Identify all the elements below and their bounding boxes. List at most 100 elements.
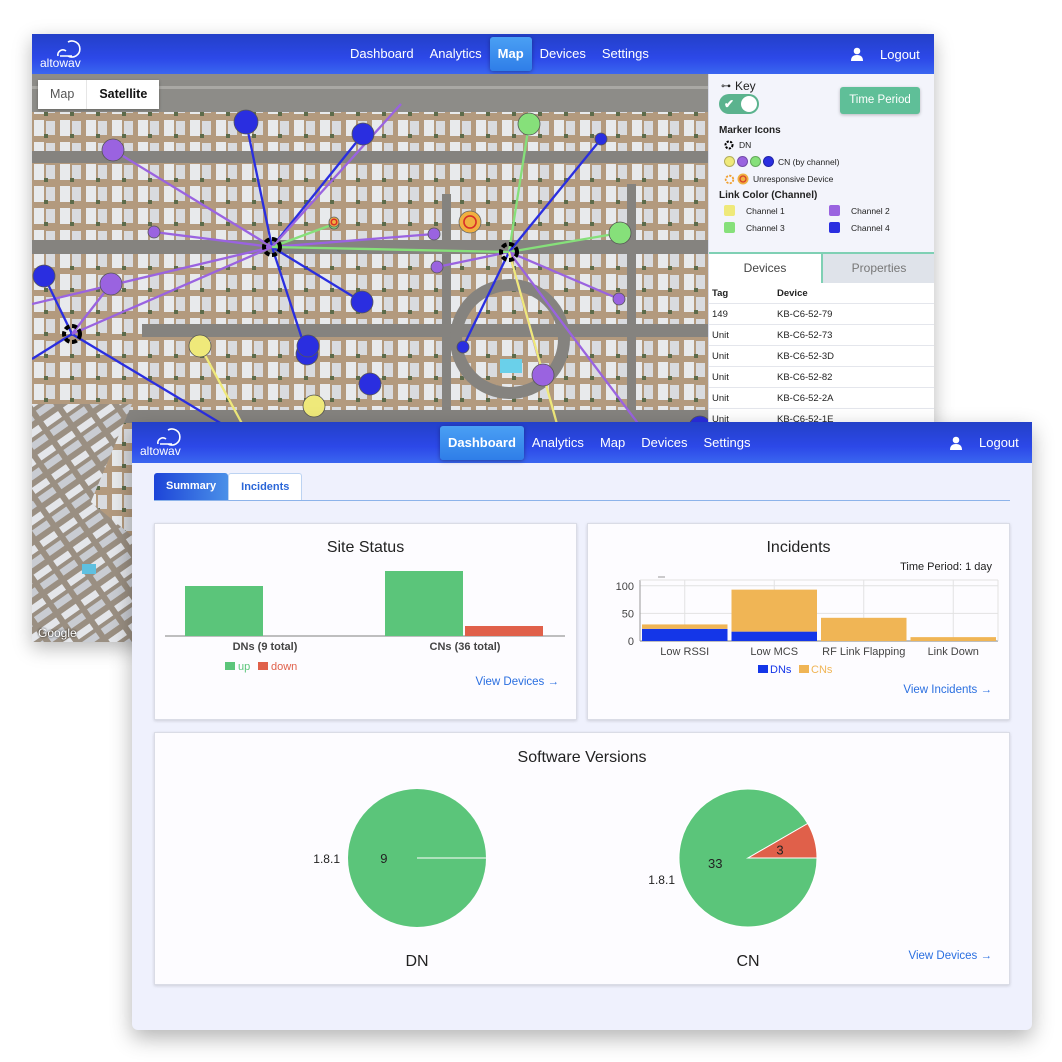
channel-3-label: Channel 3 bbox=[746, 222, 785, 233]
table-row[interactable]: Unit KB-C6-52-73 bbox=[709, 325, 934, 346]
table-row[interactable]: Unit KB-C6-52-3D bbox=[709, 346, 934, 367]
x-tick-label: CNs (36 total) bbox=[430, 641, 501, 653]
nav-map[interactable]: Map bbox=[489, 37, 532, 71]
altowav-logo[interactable]: altowav bbox=[138, 426, 194, 458]
map-navbar: altowav Dashboard Analytics Map Devices … bbox=[32, 34, 934, 74]
cell-tag: 149 bbox=[712, 308, 728, 320]
legend-channel-4: Channel 4 bbox=[829, 222, 890, 233]
cn-marker bbox=[594, 132, 608, 146]
cell-device: KB-C6-52-3D bbox=[777, 350, 835, 362]
bar-up-0 bbox=[185, 586, 263, 636]
logout-button[interactable]: Logout bbox=[949, 423, 1019, 463]
view-incidents-link[interactable]: View Incidents → bbox=[903, 684, 992, 696]
nav-devices[interactable]: Devices bbox=[532, 37, 594, 71]
logout-button[interactable]: Logout bbox=[850, 34, 920, 74]
legend-up-swatch bbox=[225, 662, 235, 670]
cn-marker bbox=[351, 122, 375, 146]
bar-up-1 bbox=[385, 571, 463, 636]
toggle-knob bbox=[741, 96, 757, 112]
logo-text: altowav bbox=[140, 444, 181, 458]
dn-label: DN bbox=[739, 140, 752, 150]
tab-properties[interactable]: Properties bbox=[821, 254, 934, 283]
cn-marker bbox=[430, 260, 444, 274]
view-devices-link-2[interactable]: View Devices → bbox=[908, 950, 992, 962]
subtab-divider bbox=[154, 500, 1010, 501]
map-type-satellite[interactable]: Satellite bbox=[87, 80, 159, 109]
cn-marker bbox=[350, 290, 374, 314]
y-tick-label: 100 bbox=[616, 581, 634, 593]
pie-value-label: 33 bbox=[708, 856, 722, 871]
map-nav: Dashboard Analytics Map Devices Settings bbox=[342, 34, 657, 74]
nav-dashboard[interactable]: Dashboard bbox=[342, 37, 422, 71]
legend-down-swatch bbox=[258, 662, 268, 670]
y-tick-label: 0 bbox=[628, 636, 634, 648]
device-table-header: Tag Device bbox=[709, 283, 934, 304]
pie-value-label: 3 bbox=[776, 842, 783, 857]
cn-marker bbox=[147, 225, 161, 239]
tab-incidents[interactable]: Incidents bbox=[228, 473, 303, 500]
cn-marker bbox=[296, 334, 320, 358]
nav-analytics[interactable]: Analytics bbox=[422, 37, 490, 71]
nav-dashboard[interactable]: Dashboard bbox=[440, 425, 524, 460]
bar-cns-3 bbox=[910, 637, 996, 641]
nav-settings[interactable]: Settings bbox=[594, 37, 657, 71]
cn-marker bbox=[531, 363, 555, 387]
bar-cns-1 bbox=[731, 589, 817, 632]
cell-device: KB-C6-52-82 bbox=[777, 371, 833, 383]
bar-cns-0 bbox=[642, 624, 728, 629]
dashboard-nav: Dashboard Analytics Map Devices Settings bbox=[440, 423, 758, 463]
channel-2-swatch bbox=[829, 205, 840, 216]
nav-analytics[interactable]: Analytics bbox=[524, 426, 592, 460]
legend-cns-label: CNs bbox=[811, 664, 833, 676]
time-period-button[interactable]: Time Period bbox=[840, 87, 920, 114]
table-row[interactable]: 149 KB-C6-52-79 bbox=[709, 304, 934, 325]
map-type-map[interactable]: Map bbox=[38, 80, 88, 109]
user-icon bbox=[851, 47, 863, 61]
unresponsive-marker bbox=[458, 210, 482, 234]
pie-version-label: 1.8.1 bbox=[648, 873, 675, 887]
tab-devices[interactable]: Devices bbox=[709, 254, 821, 283]
cell-tag: Unit bbox=[712, 350, 729, 362]
incidents-card: Incidents Time Period: 1 day 0 50 100 Low R… bbox=[587, 523, 1010, 720]
table-row[interactable]: Unit KB-C6-52-2A bbox=[709, 388, 934, 409]
y-tick-label: 50 bbox=[622, 608, 634, 620]
dashboard-navbar: altowav Dashboard Analytics Map Devices … bbox=[132, 422, 1032, 463]
cn-ch4-icon bbox=[763, 156, 774, 167]
key-text: Key bbox=[735, 79, 756, 93]
tab-summary[interactable]: Summary bbox=[154, 473, 229, 500]
altowav-logo[interactable]: altowav bbox=[38, 38, 94, 70]
table-row[interactable]: Unit KB-C6-52-82 bbox=[709, 367, 934, 388]
legend-channel-2: Channel 2 bbox=[829, 205, 890, 216]
legend-unresponsive: Unresponsive Device bbox=[724, 173, 833, 185]
channel-1-swatch bbox=[724, 205, 735, 216]
dashboard-window: altowav Dashboard Analytics Map Devices … bbox=[132, 422, 1032, 1030]
bar-cns-2 bbox=[821, 617, 907, 641]
nav-map[interactable]: Map bbox=[592, 426, 633, 460]
unresponsive-cn-icon bbox=[737, 173, 749, 185]
dn-marker-icon bbox=[724, 140, 734, 150]
cn-marker bbox=[302, 394, 326, 418]
legend-channel-3: Channel 3 bbox=[724, 222, 785, 233]
map-attribution: Google bbox=[38, 626, 77, 640]
user-icon bbox=[950, 436, 962, 450]
cell-device: KB-C6-52-79 bbox=[777, 308, 833, 320]
nav-settings[interactable]: Settings bbox=[695, 426, 758, 460]
channel-1-label: Channel 1 bbox=[746, 205, 785, 216]
bar-dns-1 bbox=[731, 631, 817, 641]
cn-marker bbox=[101, 138, 125, 162]
cn-marker bbox=[612, 292, 626, 306]
channel-2-label: Channel 2 bbox=[851, 205, 890, 216]
key-label: ⊶ Key bbox=[721, 79, 756, 93]
key-toggle[interactable]: ✔ bbox=[719, 94, 759, 114]
logout-label: Logout bbox=[880, 46, 920, 62]
cell-tag: Unit bbox=[712, 329, 729, 341]
nav-devices[interactable]: Devices bbox=[633, 426, 695, 460]
view-devices-link[interactable]: View Devices → bbox=[475, 676, 559, 688]
col-device[interactable]: Device bbox=[777, 288, 934, 299]
software-versions-card: Software Versions 9 1.8.1 DN 33 3 1.8.1 CN Vie… bbox=[154, 732, 1010, 985]
x-tick-label: Low RSSI bbox=[660, 646, 709, 658]
bar-down-1 bbox=[465, 626, 543, 636]
legend-up-label: up bbox=[238, 661, 250, 673]
cell-tag: Unit bbox=[712, 371, 729, 383]
col-tag[interactable]: Tag bbox=[709, 288, 777, 299]
